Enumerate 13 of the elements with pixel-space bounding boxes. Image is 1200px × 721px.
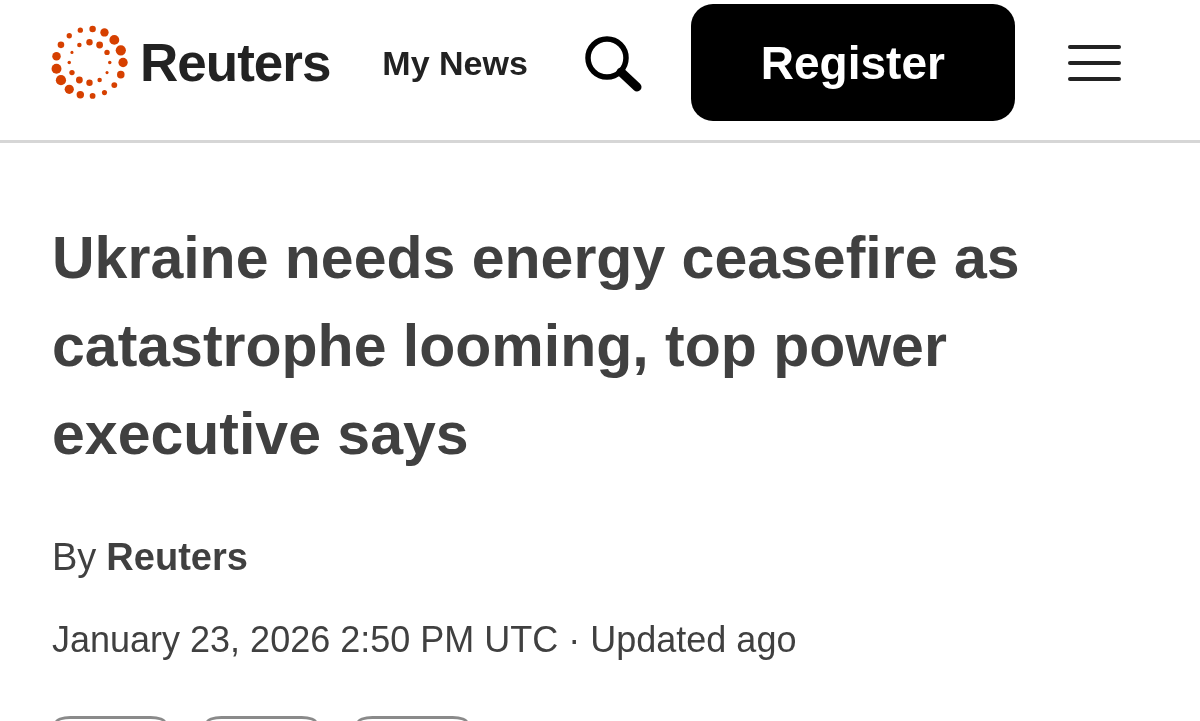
menu-icon[interactable]	[1067, 43, 1121, 82]
outline-button[interactable]	[55, 716, 166, 721]
timestamp: January 23, 2026 2:50 PM UTC · Updated ago	[52, 622, 797, 658]
outline-button[interactable]	[357, 716, 468, 721]
headline: Ukraine needs energy ceasefire as catastrophe looming, top power executive says	[52, 224, 1021, 469]
outline-button[interactable]	[206, 716, 317, 721]
logo-wordmark[interactable]: Reuters	[140, 36, 331, 89]
author-link[interactable]: Reuters	[106, 538, 248, 576]
my-news-link[interactable]: My News	[382, 45, 528, 80]
dotted-ring-icon	[50, 23, 129, 102]
search-icon[interactable]	[582, 33, 643, 92]
byline-label: By	[52, 538, 97, 576]
register-button[interactable]: Register	[690, 4, 1015, 121]
